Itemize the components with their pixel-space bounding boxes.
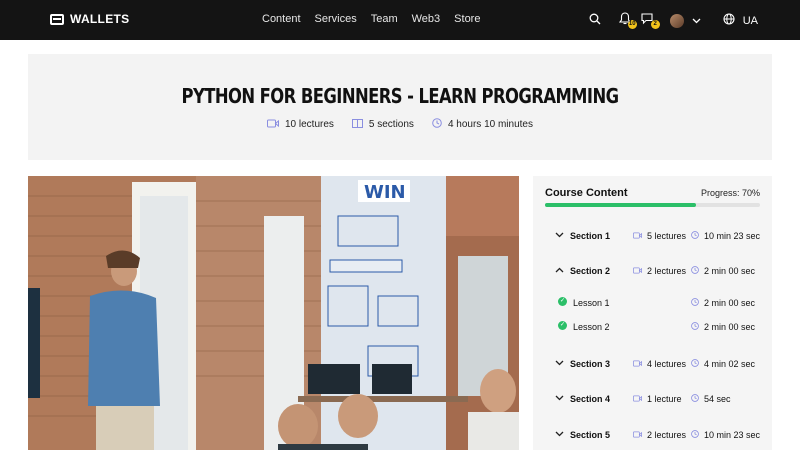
section-lectures: 4 lectures [633,359,686,369]
section-duration-text: 10 min 23 sec [704,231,761,241]
video-icon [633,360,642,369]
video-icon [633,431,642,440]
course-header: PYTHON FOR BEGINNERS - LEARN PROGRAMMING… [28,54,772,160]
section-lectures: 2 lectures [633,430,686,440]
section-row-2[interactable]: Section 2 2 lectures 2 min 00 sec [533,262,772,280]
meta-duration: 4 hours 10 minutes [432,118,533,131]
classroom-image: WIN [28,176,519,450]
section-lectures: 1 lecture [633,394,682,404]
messages-icon[interactable]: 2 [641,12,660,29]
section-lectures-count: 2 lectures [647,266,687,276]
section-row-5[interactable]: Section 5 2 lectures 10 min 23 sec [533,426,772,444]
section-row-3[interactable]: Section 3 4 lectures 4 min 02 sec [533,355,772,373]
menu-item-services[interactable]: Services [315,13,357,25]
check-icon: ✓ [558,297,567,306]
course-video-thumbnail[interactable]: WIN [28,176,519,450]
clock-icon [691,298,699,308]
notifications-badge: 10 [627,20,637,29]
section-lectures: 5 lectures [633,231,686,241]
lesson-duration: 2 min 00 sec [691,322,755,332]
meta-sections: 5 sections [351,118,414,131]
check-icon: ✓ [558,321,567,330]
lesson-name: Lesson 1 [573,298,610,308]
chevron-down-icon[interactable] [555,393,564,403]
sections-count: 5 sections [368,119,414,130]
video-icon [633,267,642,276]
video-icon [633,232,642,241]
lectures-count: 10 lectures [284,119,334,130]
section-duration-text: 2 min 00 sec [704,266,756,276]
clock-icon [691,231,699,241]
section-lectures-count: 1 lecture [647,394,682,404]
section-duration: 10 min 23 sec [691,231,760,241]
video-icon [633,395,642,404]
lesson-row-2[interactable]: ✓ Lesson 2 2 min 00 sec [533,318,772,336]
logo-text: WALLETS [70,12,130,26]
avatar[interactable] [669,13,684,28]
section-duration-text: 10 min 23 sec [704,430,761,440]
course-content-title: Course Content [545,187,628,199]
section-name: Section 4 [570,394,611,404]
language-selector[interactable]: UA [743,15,758,27]
menu-item-store[interactable]: Store [454,13,480,25]
svg-text:WIN: WIN [364,182,406,203]
top-navbar: WALLETS Content Services Team Web3 Store… [0,0,800,40]
messages-badge: 2 [650,19,660,29]
menu-item-content[interactable]: Content [262,13,301,25]
section-lectures: 2 lectures [633,266,686,276]
lesson-name: Lesson 2 [573,322,610,332]
page-title: PYTHON FOR BEGINNERS - LEARN PROGRAMMING [181,84,619,108]
search-icon[interactable] [589,13,601,29]
globe-icon[interactable] [723,12,735,29]
clock-icon [432,118,442,131]
menu-item-web3[interactable]: Web3 [412,13,441,25]
chevron-down-icon[interactable] [692,16,701,26]
lesson-duration-text: 2 min 00 sec [704,298,756,308]
course-content-panel: Course Content Progress: 70% Section 1 5… [533,176,772,450]
chevron-up-icon[interactable] [555,265,564,275]
section-lectures-count: 4 lectures [647,359,687,369]
section-row-4[interactable]: Section 4 1 lecture 54 sec [533,390,772,408]
section-duration-text: 54 sec [704,394,731,404]
menu-item-team[interactable]: Team [371,13,398,25]
book-icon [351,118,363,131]
course-meta: 10 lectures 5 sections 4 hours 10 minute… [28,118,772,131]
meta-lectures: 10 lectures [266,118,334,131]
lesson-duration-text: 2 min 00 sec [704,322,756,332]
clock-icon [691,430,699,440]
wallet-icon [50,13,64,25]
section-name: Section 2 [570,266,611,276]
navbar-actions: 10 2 UA [589,12,758,29]
section-name: Section 5 [570,430,611,440]
section-duration: 10 min 23 sec [691,430,760,440]
course-duration: 4 hours 10 minutes [447,119,533,130]
main-menu: Content Services Team Web3 Store [262,13,480,25]
lesson-duration: 2 min 00 sec [691,298,755,308]
progress-bar [545,203,760,207]
lesson-row-1[interactable]: ✓ Lesson 1 2 min 00 sec [533,294,772,312]
section-lectures-count: 2 lectures [647,430,687,440]
clock-icon [691,266,699,276]
clock-icon [691,394,699,404]
notifications-bell-icon[interactable]: 10 [618,12,637,29]
section-duration-text: 4 min 02 sec [704,359,756,369]
chevron-down-icon[interactable] [555,358,564,368]
section-duration: 4 min 02 sec [691,359,755,369]
video-icon [266,119,279,131]
clock-icon [691,359,699,369]
chevron-down-icon[interactable] [555,429,564,439]
section-name: Section 1 [570,231,611,241]
section-lectures-count: 5 lectures [647,231,687,241]
section-name: Section 3 [570,359,611,369]
chevron-down-icon[interactable] [555,230,564,240]
logo[interactable]: WALLETS [50,12,129,26]
progress-label: Progress: 70% [700,188,760,198]
section-row-1[interactable]: Section 1 5 lectures 10 min 23 sec [533,227,772,245]
clock-icon [691,322,699,332]
section-duration: 2 min 00 sec [691,266,755,276]
section-duration: 54 sec [691,394,731,404]
progress-bar-fill [545,203,696,207]
